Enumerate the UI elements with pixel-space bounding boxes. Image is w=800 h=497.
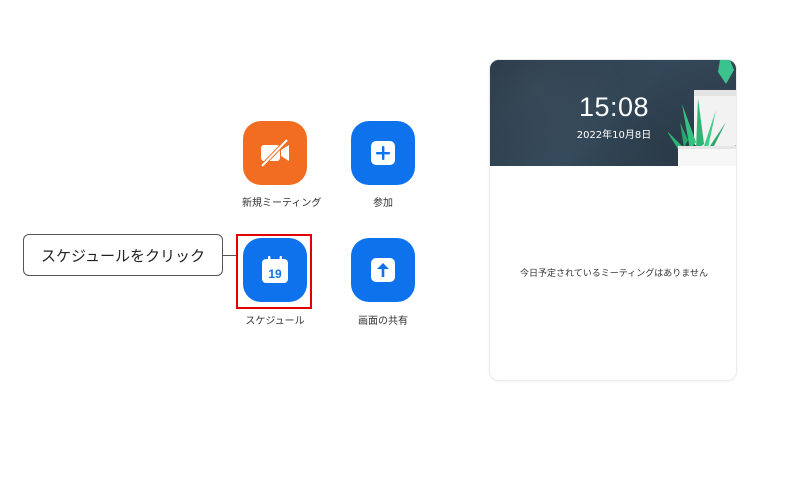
new-meeting-button[interactable] xyxy=(243,121,307,185)
callout-connector xyxy=(223,255,236,256)
share-screen-button[interactable] xyxy=(351,238,415,302)
clock-date: 2022年10月8日 xyxy=(576,130,652,141)
join-button[interactable] xyxy=(351,121,415,185)
instruction-callout: スケジュールをクリック xyxy=(23,234,223,276)
schedule-panel: 15:08 2022年10月8日 今日予定されているミーティングはありません xyxy=(489,59,737,381)
no-meetings-message: 今日予定されているミーティングはありません xyxy=(520,269,708,279)
chevron-down-icon[interactable]: ⌄ xyxy=(313,195,320,204)
video-off-icon xyxy=(260,138,289,168)
schedule-highlight-box xyxy=(236,234,312,309)
schedule-label: スケジュール xyxy=(245,316,305,327)
clock-time: 15:08 xyxy=(578,92,650,122)
callout-text: スケジュールをクリック xyxy=(41,246,205,265)
clock-header: 15:08 2022年10月8日 xyxy=(490,60,736,166)
share-screen-label: 画面の共有 xyxy=(358,316,408,327)
upload-arrow-icon xyxy=(371,258,395,282)
join-label: 参加 xyxy=(373,198,393,209)
new-meeting-label: 新規ミーティング xyxy=(242,198,322,209)
plus-icon xyxy=(371,141,395,165)
